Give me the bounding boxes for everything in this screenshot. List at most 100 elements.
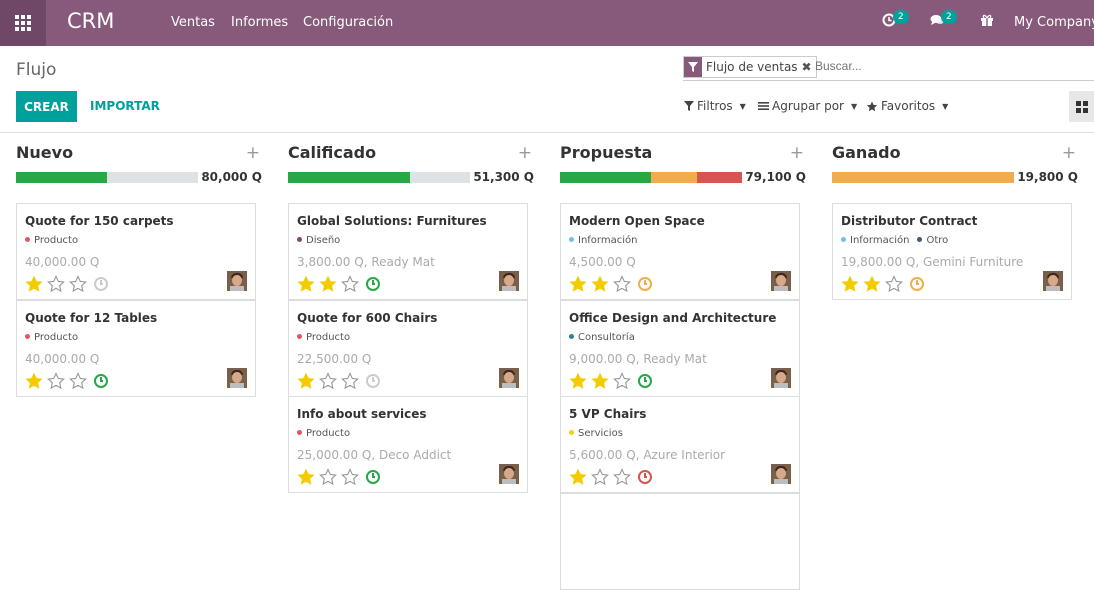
gift-systray[interactable] <box>980 13 994 31</box>
progress-segment[interactable] <box>560 172 651 183</box>
column-progressbar[interactable] <box>560 172 742 183</box>
card-title: Modern Open Space <box>569 214 705 228</box>
company-switcher[interactable]: My Company ( <box>1014 15 1094 30</box>
priority-star-icon[interactable] <box>569 275 587 293</box>
priority-star-icon[interactable] <box>591 372 609 390</box>
priority-star-icon[interactable] <box>863 275 881 293</box>
priority-star-icon[interactable] <box>297 275 315 293</box>
avatar[interactable] <box>227 271 247 291</box>
filters-dropdown[interactable]: Filtros ▼ <box>684 99 746 113</box>
priority-star-icon[interactable] <box>591 275 609 293</box>
import-button[interactable]: IMPORTAR <box>90 99 160 113</box>
tag-color-dot <box>917 236 923 242</box>
priority-star-icon[interactable] <box>319 275 337 293</box>
remove-facet-icon[interactable]: ✖ <box>802 60 816 74</box>
menu-informes[interactable]: Informes <box>231 15 288 30</box>
quick-create-icon[interactable]: + <box>518 143 532 163</box>
progress-segment[interactable] <box>832 172 1014 183</box>
priority-star-icon[interactable] <box>25 372 43 390</box>
column-title[interactable]: Ganado <box>832 143 901 162</box>
avatar[interactable] <box>499 464 519 484</box>
priority-widget <box>569 275 652 293</box>
priority-star-icon[interactable] <box>885 275 903 293</box>
kanban-view-button[interactable] <box>1069 91 1094 122</box>
column-progressbar[interactable] <box>832 172 1014 183</box>
priority-star-icon[interactable] <box>341 275 359 293</box>
priority-star-icon[interactable] <box>25 275 43 293</box>
quick-create-icon[interactable]: + <box>790 143 804 163</box>
column-progressbar[interactable] <box>288 172 470 183</box>
priority-star-icon[interactable] <box>69 372 87 390</box>
card-amount: 40,000.00 Q <box>25 352 100 366</box>
activity-badge: 2 <box>893 10 909 24</box>
column-progressbar[interactable] <box>16 172 198 183</box>
avatar[interactable] <box>227 368 247 388</box>
groupby-dropdown[interactable]: Agrupar por ▼ <box>758 99 857 113</box>
kanban-card[interactable]: Quote for 12 Tables Producto 40,000.00 Q <box>16 300 256 397</box>
activity-clock-icon[interactable] <box>366 374 380 388</box>
apps-menu-button[interactable] <box>0 0 46 46</box>
progress-segment[interactable] <box>696 172 742 183</box>
avatar[interactable] <box>499 368 519 388</box>
avatar[interactable] <box>771 368 791 388</box>
menu-configuracion[interactable]: Configuración <box>303 15 393 30</box>
priority-star-icon[interactable] <box>341 468 359 486</box>
priority-star-icon[interactable] <box>613 275 631 293</box>
priority-star-icon[interactable] <box>613 468 631 486</box>
activity-clock-icon[interactable] <box>94 277 108 291</box>
kanban-card[interactable]: Distributor Contract Información Otro 19,80… <box>832 203 1072 300</box>
progress-segment[interactable] <box>288 172 410 183</box>
kanban-card[interactable] <box>560 493 800 590</box>
column-title[interactable]: Propuesta <box>560 143 652 162</box>
create-button[interactable]: CREAR <box>16 91 77 122</box>
quick-create-icon[interactable]: + <box>1062 143 1076 163</box>
avatar[interactable] <box>1043 271 1063 291</box>
priority-star-icon[interactable] <box>591 468 609 486</box>
kanban-column: Propuesta +79,100 Q Modern Open Space Infor… <box>560 133 806 590</box>
messages-systray[interactable]: 2 <box>930 10 957 31</box>
grid-icon <box>15 15 31 31</box>
app-brand[interactable]: CRM <box>67 9 114 33</box>
column-title[interactable]: Calificado <box>288 143 376 162</box>
favorites-dropdown[interactable]: Favoritos ▼ <box>866 99 948 113</box>
priority-star-icon[interactable] <box>47 275 65 293</box>
kanban-card[interactable]: Info about services Producto 25,000.00 Q, … <box>288 396 528 493</box>
progress-segment[interactable] <box>651 172 697 183</box>
search-input[interactable] <box>815 59 1085 73</box>
menu-ventas[interactable]: Ventas <box>171 15 215 30</box>
activity-clock-icon[interactable] <box>94 374 108 388</box>
priority-star-icon[interactable] <box>47 372 65 390</box>
kanban-card[interactable]: Global Solutions: Furnitures Diseño 3,800.… <box>288 203 528 300</box>
activity-systray[interactable]: 2 <box>882 10 909 31</box>
priority-star-icon[interactable] <box>319 468 337 486</box>
activity-clock-icon[interactable] <box>910 277 924 291</box>
kanban-card[interactable]: Quote for 150 carpets Producto 40,000.00 Q <box>16 203 256 300</box>
activity-clock-icon[interactable] <box>638 277 652 291</box>
priority-star-icon[interactable] <box>569 468 587 486</box>
priority-star-icon[interactable] <box>297 468 315 486</box>
priority-star-icon[interactable] <box>341 372 359 390</box>
kanban-column: Calificado +51,300 Q Global Solutions: Fur… <box>288 133 534 504</box>
priority-star-icon[interactable] <box>613 372 631 390</box>
kanban-card[interactable]: Modern Open Space Información 4,500.00 Q <box>560 203 800 300</box>
progress-segment[interactable] <box>16 172 107 183</box>
activity-clock-icon[interactable] <box>638 374 652 388</box>
priority-star-icon[interactable] <box>569 372 587 390</box>
avatar[interactable] <box>771 271 791 291</box>
column-title[interactable]: Nuevo <box>16 143 73 162</box>
kanban-card[interactable]: Office Design and Architecture Consultorí… <box>560 300 800 397</box>
quick-create-icon[interactable]: + <box>246 143 260 163</box>
avatar[interactable] <box>499 271 519 291</box>
kanban-card[interactable]: 5 VP Chairs Servicios 5,600.00 Q, Azure In… <box>560 396 800 493</box>
avatar[interactable] <box>771 464 791 484</box>
priority-star-icon[interactable] <box>69 275 87 293</box>
activity-clock-icon[interactable] <box>366 470 380 484</box>
tag-label: Información <box>578 235 638 246</box>
activity-clock-icon[interactable] <box>366 277 380 291</box>
kanban-card[interactable]: Quote for 600 Chairs Producto 22,500.00 Q <box>288 300 528 397</box>
priority-star-icon[interactable] <box>297 372 315 390</box>
priority-star-icon[interactable] <box>841 275 859 293</box>
activity-clock-icon[interactable] <box>638 470 652 484</box>
avatar-shirt <box>774 479 788 484</box>
priority-star-icon[interactable] <box>319 372 337 390</box>
